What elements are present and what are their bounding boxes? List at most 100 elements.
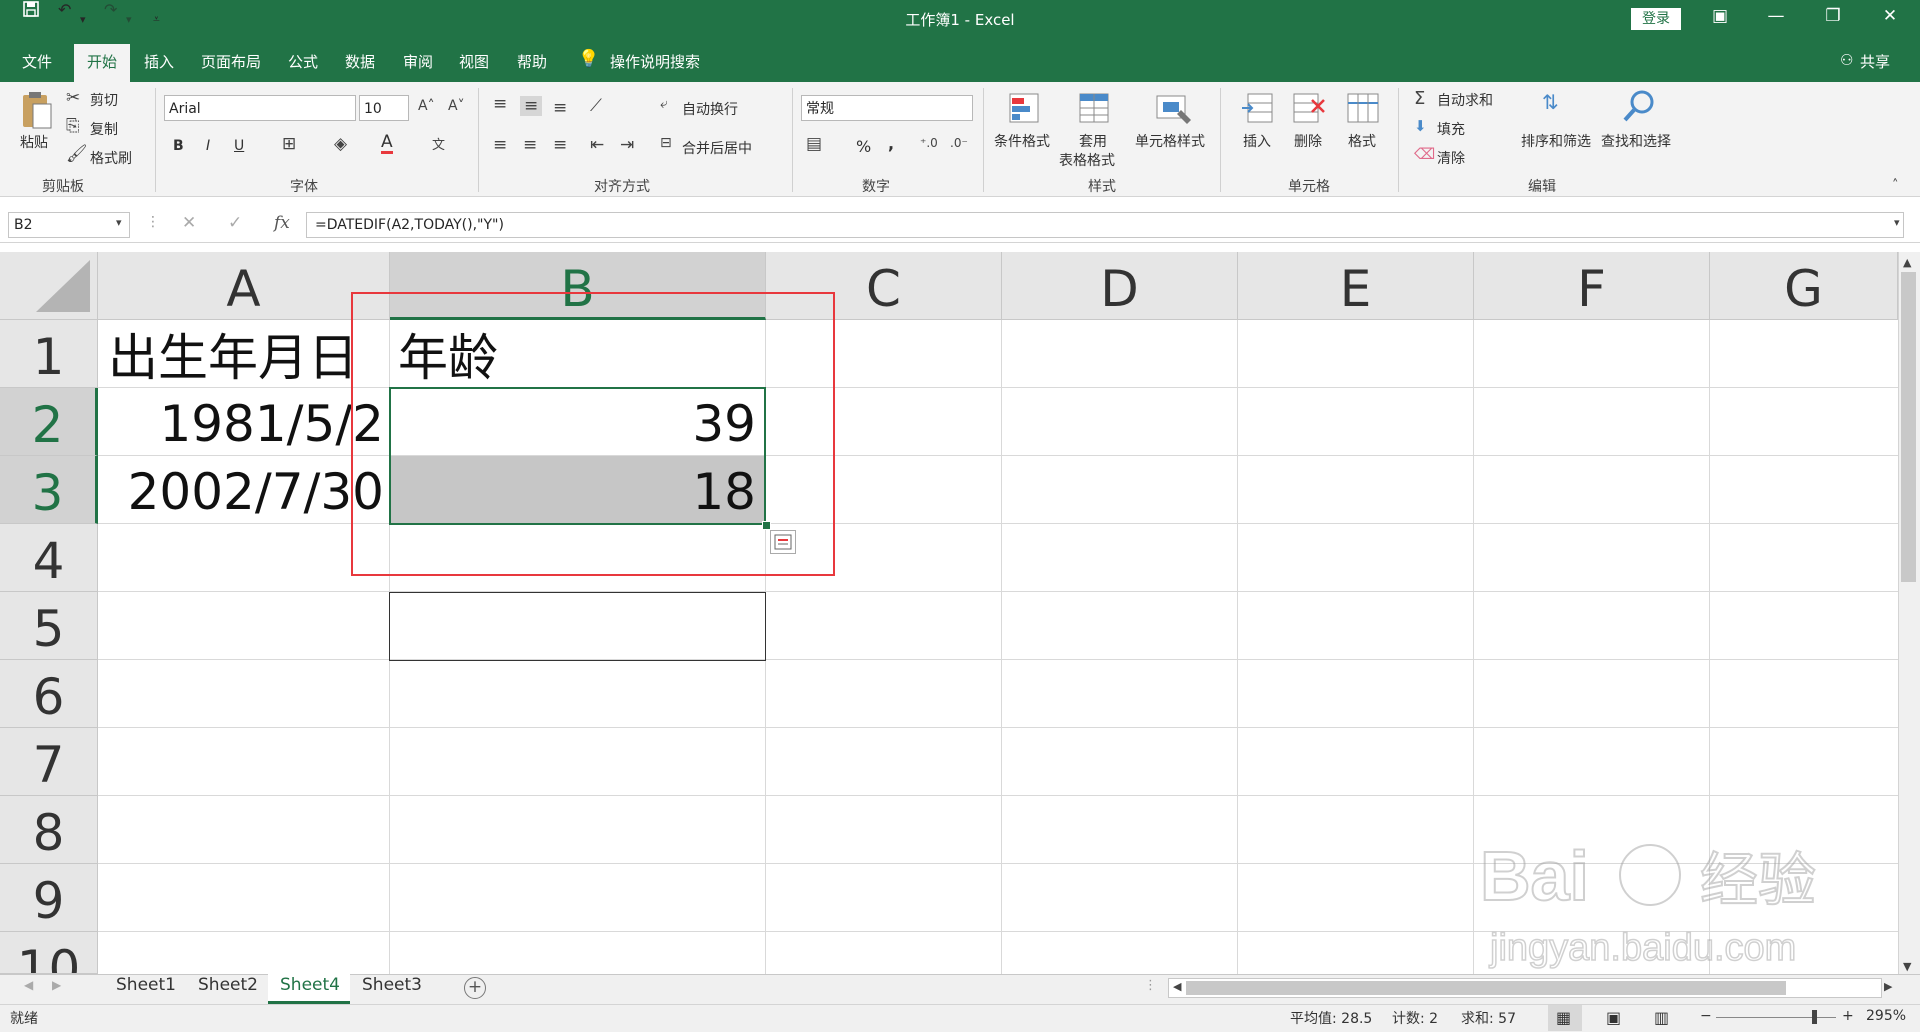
login-button[interactable]: 登录: [1631, 8, 1681, 30]
zoom-in-icon[interactable]: +: [1842, 1008, 1854, 1024]
scroll-right-icon[interactable]: ▶: [1884, 980, 1892, 993]
insert-cells-icon[interactable]: [1240, 90, 1274, 130]
cell-styles-button[interactable]: 单元格样式: [1135, 131, 1205, 151]
align-center-icon[interactable]: ≡: [523, 135, 537, 155]
merge-center-icon[interactable]: ⊟: [660, 135, 672, 151]
decrease-indent-icon[interactable]: ⇤: [590, 135, 604, 155]
cell-styles-icon[interactable]: [1155, 92, 1193, 130]
autosum-icon[interactable]: Σ: [1414, 88, 1425, 109]
select-all-corner[interactable]: [0, 252, 98, 320]
column-header-e[interactable]: E: [1238, 252, 1474, 320]
fill-icon[interactable]: ⬇: [1414, 117, 1427, 135]
delete-cells-icon[interactable]: [1292, 90, 1326, 130]
formula-input[interactable]: =DATEDIF(A2,TODAY(),"Y"): [306, 212, 1904, 238]
underline-button[interactable]: U: [234, 138, 244, 154]
prev-sheet-icon[interactable]: ◀: [24, 978, 33, 992]
sheet-tab-sheet4[interactable]: Sheet4: [280, 975, 340, 995]
sort-filter-button[interactable]: 排序和筛选: [1521, 131, 1591, 151]
sheet-tab-sheet3[interactable]: Sheet3: [362, 975, 422, 995]
format-as-table-icon[interactable]: [1078, 92, 1112, 130]
phonetic-icon[interactable]: 文: [432, 134, 445, 153]
tab-formulas[interactable]: 公式: [288, 51, 318, 72]
number-format-combo[interactable]: 常规: [801, 95, 973, 121]
delete-cells-button[interactable]: 删除: [1294, 131, 1322, 151]
orientation-icon[interactable]: ⟋: [590, 96, 602, 116]
scroll-down-icon[interactable]: ▼: [1903, 960, 1911, 973]
column-header-g[interactable]: G: [1710, 252, 1898, 320]
page-layout-view-icon[interactable]: ▣: [1606, 1008, 1621, 1027]
tab-view[interactable]: 视图: [459, 51, 489, 72]
font-size-combo[interactable]: 10: [359, 95, 409, 121]
insert-function-button[interactable]: fx: [274, 213, 290, 233]
row-header-9[interactable]: 9: [0, 864, 98, 932]
page-break-view-icon[interactable]: ▥: [1654, 1008, 1669, 1027]
cut-button[interactable]: 剪切: [90, 90, 118, 110]
cell-a3[interactable]: 2002/7/30: [98, 458, 384, 522]
font-name-combo[interactable]: Arial: [164, 95, 356, 121]
font-color-icon[interactable]: A: [381, 133, 393, 154]
zoom-slider-track[interactable]: [1716, 1017, 1836, 1018]
column-header-a[interactable]: A: [98, 252, 390, 320]
row-header-3[interactable]: 3: [0, 456, 98, 524]
scroll-up-icon[interactable]: ▲: [1903, 256, 1911, 269]
format-painter-button[interactable]: 格式刷: [90, 148, 132, 168]
clear-button[interactable]: 清除: [1437, 148, 1465, 168]
tab-file[interactable]: 文件: [22, 51, 52, 72]
find-select-icon[interactable]: [1622, 88, 1658, 128]
add-sheet-icon[interactable]: +: [464, 977, 486, 999]
increase-decimal-icon[interactable]: ⁺.0: [920, 136, 938, 150]
share-button[interactable]: 共享: [1860, 51, 1890, 72]
cancel-icon[interactable]: ✕: [182, 213, 196, 233]
cell-a2[interactable]: 1981/5/2: [98, 390, 384, 454]
wrap-text-icon[interactable]: ⤶: [660, 96, 668, 112]
decrease-decimal-icon[interactable]: .0⁻: [950, 136, 968, 150]
copy-button[interactable]: 复制: [90, 119, 118, 139]
tab-review[interactable]: 审阅: [403, 51, 433, 72]
align-bottom-icon[interactable]: ≡: [553, 98, 567, 118]
tab-page-layout[interactable]: 页面布局: [201, 51, 261, 72]
format-as-table-label-2[interactable]: 表格格式: [1059, 150, 1115, 170]
scissors-icon[interactable]: ✂: [66, 88, 80, 108]
column-header-d[interactable]: D: [1002, 252, 1238, 320]
horizontal-scroll-thumb[interactable]: [1186, 981, 1786, 995]
accounting-format-icon[interactable]: ▤: [806, 134, 822, 154]
row-header-2[interactable]: 2: [0, 388, 98, 456]
wrap-text-button[interactable]: 自动换行: [682, 99, 738, 119]
tab-help[interactable]: 帮助: [517, 51, 547, 72]
align-middle-icon[interactable]: ≡: [520, 96, 543, 116]
format-as-table-label-1[interactable]: 套用: [1079, 131, 1107, 151]
comma-button[interactable]: ,: [888, 134, 894, 153]
zoom-out-icon[interactable]: −: [1700, 1008, 1712, 1024]
sheet-tab-sheet1[interactable]: Sheet1: [116, 975, 176, 995]
scroll-left-icon[interactable]: ◀: [1173, 980, 1181, 993]
close-icon[interactable]: ✕: [1870, 6, 1910, 26]
eraser-icon[interactable]: ⌫: [1414, 145, 1435, 163]
shrink-font-icon[interactable]: A˅: [448, 98, 465, 114]
format-cells-button[interactable]: 格式: [1348, 131, 1376, 151]
conditional-format-button[interactable]: 条件格式: [994, 131, 1050, 151]
row-header-8[interactable]: 8: [0, 796, 98, 864]
restore-icon[interactable]: ❐: [1813, 6, 1853, 26]
find-select-button[interactable]: 查找和选择: [1601, 131, 1671, 151]
tab-data[interactable]: 数据: [345, 51, 375, 72]
percent-button[interactable]: %: [856, 137, 871, 156]
format-painter-icon[interactable]: 🖌: [66, 144, 88, 164]
fill-button[interactable]: 填充: [1437, 119, 1465, 139]
conditional-format-icon[interactable]: [1008, 92, 1042, 130]
namebox-dropdown-icon[interactable]: ▾: [116, 216, 122, 229]
name-box[interactable]: B2: [8, 212, 130, 238]
paste-label[interactable]: 粘贴: [20, 132, 48, 152]
row-header-7[interactable]: 7: [0, 728, 98, 796]
insert-cells-button[interactable]: 插入: [1243, 131, 1271, 151]
borders-icon[interactable]: ⊞: [282, 134, 296, 154]
sort-filter-icon[interactable]: ⇅: [1542, 90, 1559, 114]
autosum-button[interactable]: 自动求和: [1437, 90, 1493, 110]
row-header-6[interactable]: 6: [0, 660, 98, 728]
vertical-scroll-thumb[interactable]: [1901, 272, 1916, 582]
tab-home[interactable]: 开始: [74, 44, 130, 82]
increase-indent-icon[interactable]: ⇥: [620, 135, 634, 155]
sheet-tab-sheet2[interactable]: Sheet2: [198, 975, 258, 995]
ribbon-display-icon[interactable]: ▣: [1700, 6, 1740, 26]
collapse-ribbon-icon[interactable]: ˄: [1892, 178, 1899, 193]
bold-button[interactable]: B: [173, 138, 184, 154]
